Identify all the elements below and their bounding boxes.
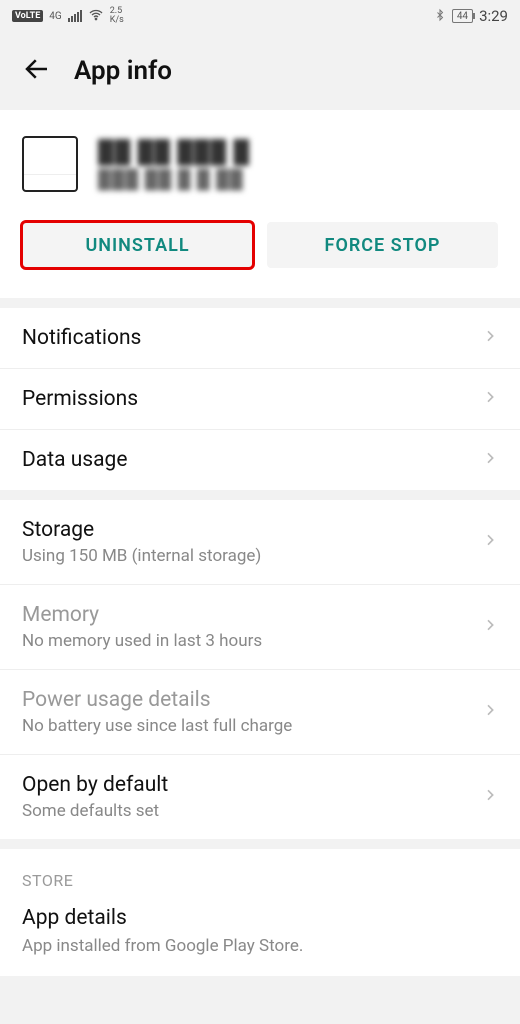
status-bar: VoLTE 4G 2.5 K/s 44 3:29: [0, 0, 520, 32]
wifi-icon: [88, 7, 104, 26]
net-speed: 2.5 K/s: [110, 7, 124, 25]
app-icon: [22, 136, 78, 192]
back-icon[interactable]: [22, 54, 52, 88]
row-title: Permissions: [22, 387, 138, 411]
row-permissions[interactable]: Permissions: [0, 369, 520, 430]
app-name: ██ ██ ███ █: [98, 139, 250, 165]
row-title: Memory: [22, 603, 262, 627]
row-notifications[interactable]: Notifications: [0, 308, 520, 369]
row-data-usage[interactable]: Data usage: [0, 430, 520, 490]
page-title: App info: [74, 56, 172, 86]
row-memory[interactable]: Memory No memory used in last 3 hours: [0, 585, 520, 670]
app-version: ███ ██ █ █ ██: [98, 169, 250, 190]
chevron-right-icon: [482, 389, 498, 409]
chevron-right-icon: [482, 787, 498, 807]
chevron-right-icon: [482, 702, 498, 722]
section-header-store: STORE: [0, 849, 520, 906]
volte-badge: VoLTE: [12, 10, 43, 22]
uninstall-button[interactable]: UNINSTALL: [22, 222, 253, 268]
force-stop-button[interactable]: FORCE STOP: [267, 222, 498, 268]
bluetooth-icon: [434, 8, 446, 25]
row-app-details[interactable]: App details App installed from Google Pl…: [0, 906, 520, 976]
chevron-right-icon: [482, 450, 498, 470]
row-title: Notifications: [22, 326, 141, 350]
row-subtitle: Using 150 MB (internal storage): [22, 546, 261, 566]
row-title: Data usage: [22, 448, 127, 472]
row-title: App details: [22, 906, 498, 930]
row-subtitle: No battery use since last full charge: [22, 716, 292, 736]
row-title: Open by default: [22, 773, 168, 797]
chevron-right-icon: [482, 532, 498, 552]
row-storage[interactable]: Storage Using 150 MB (internal storage): [0, 500, 520, 585]
signal-icon: [68, 10, 82, 22]
row-subtitle: Some defaults set: [22, 801, 168, 821]
app-header: ██ ██ ███ █ ███ ██ █ █ ██: [0, 110, 520, 222]
battery-icon: 44: [452, 9, 473, 23]
clock: 3:29: [479, 7, 508, 25]
row-open-by-default[interactable]: Open by default Some defaults set: [0, 755, 520, 839]
row-title: Power usage details: [22, 688, 292, 712]
row-subtitle: App installed from Google Play Store.: [22, 936, 498, 956]
network-type: 4G: [49, 11, 61, 22]
chevron-right-icon: [482, 617, 498, 637]
row-subtitle: No memory used in last 3 hours: [22, 631, 262, 651]
app-bar: App info: [0, 32, 520, 110]
row-power-usage[interactable]: Power usage details No battery use since…: [0, 670, 520, 755]
chevron-right-icon: [482, 328, 498, 348]
row-title: Storage: [22, 518, 261, 542]
